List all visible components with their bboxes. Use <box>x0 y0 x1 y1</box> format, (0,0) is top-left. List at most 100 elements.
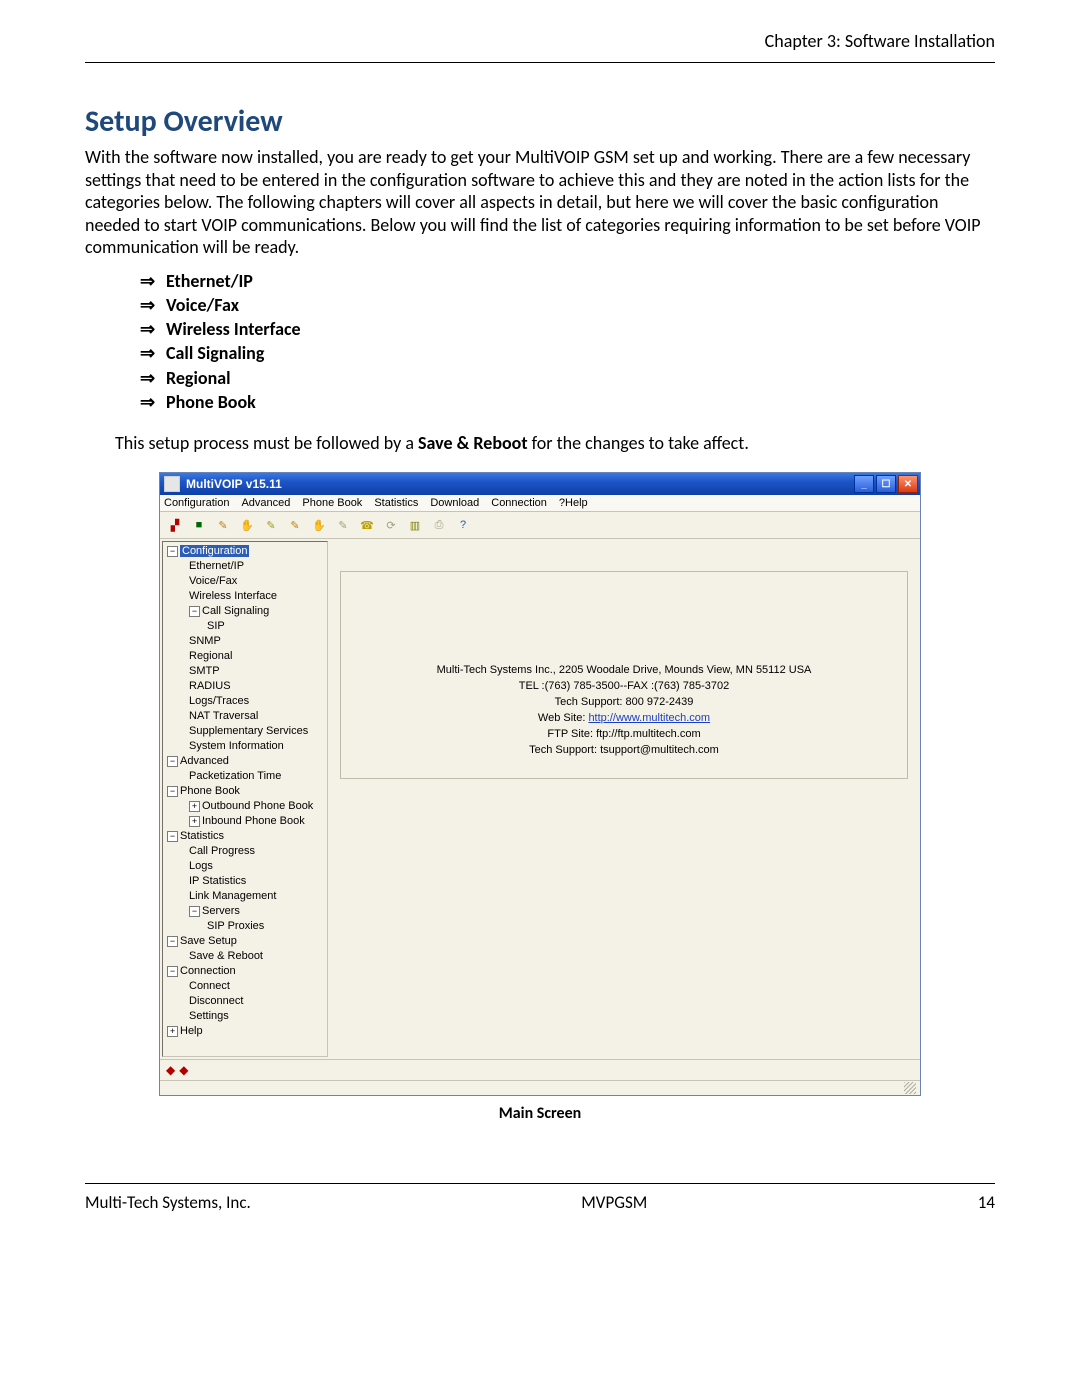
tree-item[interactable]: −Servers <box>167 904 327 919</box>
tree-item[interactable]: −Statistics <box>167 829 327 844</box>
page-footer: Multi-Tech Systems, Inc. MVPGSM 14 <box>85 1183 995 1213</box>
tree-item-label: Connect <box>189 980 230 992</box>
toolbar-icon[interactable]: ■ <box>190 516 208 534</box>
tree-item[interactable]: +Help <box>167 1024 327 1039</box>
tree-item[interactable]: Voice/Fax <box>167 574 327 589</box>
maximize-button[interactable]: ☐ <box>876 475 896 493</box>
tree-item[interactable]: Link Management <box>167 889 327 904</box>
tree-item[interactable]: Disconnect <box>167 994 327 1009</box>
menu-help[interactable]: ?Help <box>559 497 588 509</box>
tree-item-label: Settings <box>189 1010 229 1022</box>
tree-item[interactable]: SMTP <box>167 664 327 679</box>
tree-item[interactable]: SNMP <box>167 634 327 649</box>
menu-configuration[interactable]: Configuration <box>164 497 229 509</box>
note-bold: Save & Reboot <box>418 432 528 454</box>
toolbar-icon[interactable]: ? <box>454 516 472 534</box>
tree-item-label: Logs <box>189 860 213 872</box>
tree-expand-icon[interactable]: − <box>167 831 178 842</box>
tree-item-label: Logs/Traces <box>189 695 249 707</box>
tree-item[interactable]: Connect <box>167 979 327 994</box>
tree-item-label: Save & Reboot <box>189 950 263 962</box>
tree-expand-icon[interactable]: − <box>167 936 178 947</box>
toolbar-icon[interactable]: ⟳ <box>382 516 400 534</box>
close-button[interactable]: ✕ <box>898 475 918 493</box>
tree-item[interactable]: −Advanced <box>167 754 327 769</box>
tree-expand-icon[interactable]: − <box>167 756 178 767</box>
menu-connection[interactable]: Connection <box>491 497 547 509</box>
menu-statistics[interactable]: Statistics <box>374 497 418 509</box>
category-item: Call Signaling <box>140 341 995 365</box>
tree-expand-icon[interactable]: − <box>189 606 200 617</box>
tree-item-label: NAT Traversal <box>189 710 258 722</box>
toolbar-icon[interactable]: ⎙ <box>430 516 448 534</box>
tree-item[interactable]: Save & Reboot <box>167 949 327 964</box>
toolbar-icon[interactable]: ✎ <box>262 516 280 534</box>
tree-item-label: Voice/Fax <box>189 575 237 587</box>
tree-item[interactable]: Logs <box>167 859 327 874</box>
tree-item-label: RADIUS <box>189 680 231 692</box>
window-titlebar[interactable]: MultiVOIP v15.11 _ ☐ ✕ <box>160 473 920 495</box>
tree-item[interactable]: −Call Signaling <box>167 604 327 619</box>
status-led-icon: ◆ <box>179 1063 188 1077</box>
tree-expand-icon[interactable]: − <box>167 546 178 557</box>
statusbar-bottom <box>160 1080 920 1095</box>
resize-grip-icon[interactable] <box>904 1082 916 1094</box>
tree-item[interactable]: −Connection <box>167 964 327 979</box>
tree-item[interactable]: Packetization Time <box>167 769 327 784</box>
info-telfax: TEL :(763) 785-3500--FAX :(763) 785-3702 <box>351 678 897 694</box>
tree-expand-icon[interactable]: − <box>189 906 200 917</box>
toolbar-icon[interactable]: ▥ <box>406 516 424 534</box>
tree-expand-icon[interactable]: + <box>189 801 200 812</box>
company-info-box: Multi-Tech Systems Inc., 2205 Woodale Dr… <box>340 571 908 779</box>
tree-item-label: Configuration <box>180 545 249 557</box>
tree-item[interactable]: −Save Setup <box>167 934 327 949</box>
tree-item[interactable]: RADIUS <box>167 679 327 694</box>
toolbar-icon[interactable]: ✋ <box>310 516 328 534</box>
tree-item[interactable]: Call Progress <box>167 844 327 859</box>
tree-item[interactable]: SIP Proxies <box>167 919 327 934</box>
tree-item[interactable]: System Information <box>167 739 327 754</box>
info-website-label: Web Site: <box>538 712 589 724</box>
tree-item-label: IP Statistics <box>189 875 246 887</box>
tree-item[interactable]: Supplementary Services <box>167 724 327 739</box>
toolbar-icon[interactable]: ✋ <box>238 516 256 534</box>
tree-item[interactable]: −Phone Book <box>167 784 327 799</box>
menu-download[interactable]: Download <box>430 497 479 509</box>
toolbar-icon[interactable]: ▞ <box>166 516 184 534</box>
tree-item[interactable]: Wireless Interface <box>167 589 327 604</box>
tree-item[interactable]: −Configuration <box>167 544 327 559</box>
tree-item[interactable]: +Inbound Phone Book <box>167 814 327 829</box>
menu-advanced[interactable]: Advanced <box>241 497 290 509</box>
tree-expand-icon[interactable]: − <box>167 786 178 797</box>
tree-item[interactable]: Logs/Traces <box>167 694 327 709</box>
info-support: Tech Support: 800 972-2439 <box>351 694 897 710</box>
info-address: Multi-Tech Systems Inc., 2205 Woodale Dr… <box>351 662 897 678</box>
footer-right: 14 <box>978 1192 995 1213</box>
tree-item-label: Help <box>180 1025 203 1037</box>
tree-item[interactable]: IP Statistics <box>167 874 327 889</box>
tree-item[interactable]: Ethernet/IP <box>167 559 327 574</box>
tree-item-label: SIP Proxies <box>207 920 264 932</box>
tree-item[interactable]: +Outbound Phone Book <box>167 799 327 814</box>
tree-expand-icon[interactable]: − <box>167 966 178 977</box>
multivoip-window: MultiVOIP v15.11 _ ☐ ✕ Configuration Adv… <box>159 472 921 1096</box>
tree-item-label: Supplementary Services <box>189 725 308 737</box>
toolbar-icon[interactable]: ✎ <box>286 516 304 534</box>
tree-expand-icon[interactable]: + <box>167 1026 178 1037</box>
website-link[interactable]: http://www.multitech.com <box>588 712 710 724</box>
minimize-button[interactable]: _ <box>854 475 874 493</box>
tree-item[interactable]: Settings <box>167 1009 327 1024</box>
intro-paragraph: With the software now installed, you are… <box>85 146 995 259</box>
category-item: Wireless Interface <box>140 317 995 341</box>
navigation-tree[interactable]: −ConfigurationEthernet/IPVoice/FaxWirele… <box>162 541 328 1057</box>
toolbar-icon[interactable]: ✎ <box>334 516 352 534</box>
menu-phonebook[interactable]: Phone Book <box>302 497 362 509</box>
tree-item[interactable]: Regional <box>167 649 327 664</box>
tree-item[interactable]: SIP <box>167 619 327 634</box>
screenshot-caption: Main Screen <box>85 1104 995 1123</box>
tree-item[interactable]: NAT Traversal <box>167 709 327 724</box>
toolbar-icon[interactable]: ☎ <box>358 516 376 534</box>
tree-expand-icon[interactable]: + <box>189 816 200 827</box>
category-item: Ethernet/IP <box>140 269 995 293</box>
toolbar-icon[interactable]: ✎ <box>214 516 232 534</box>
